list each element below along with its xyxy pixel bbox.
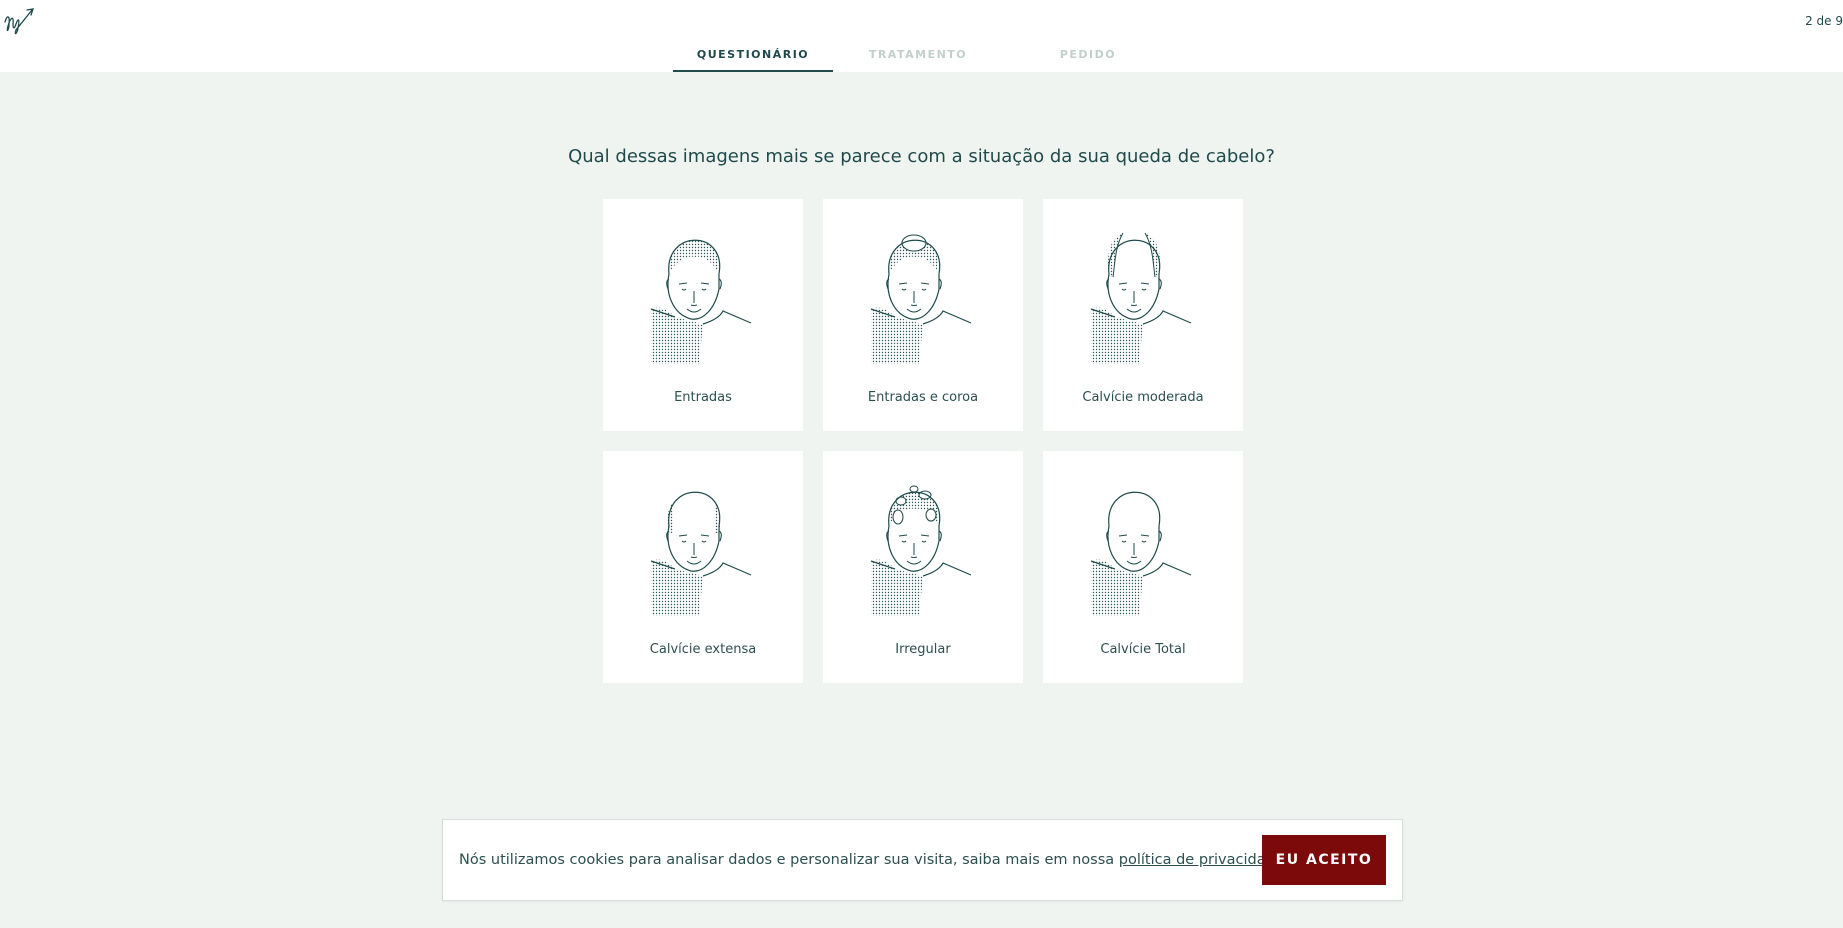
total-baldness-icon — [1090, 491, 1192, 616]
signature-logo-icon[interactable] — [2, 4, 36, 38]
option-card-calvicie-total[interactable]: Calvície Total — [1043, 451, 1243, 683]
accept-cookies-button[interactable]: EU ACEITO — [1262, 835, 1386, 885]
options-grid: Entradas Entradas e coroa Calvície moder… — [603, 199, 1243, 683]
option-label: Calvície moderada — [1082, 390, 1204, 405]
option-label: Irregular — [895, 642, 951, 657]
option-label: Entradas — [674, 390, 732, 405]
option-card-calvicie-extensa[interactable]: Calvície extensa — [603, 451, 803, 683]
irregular-hairloss-icon — [870, 485, 972, 616]
privacy-policy-link[interactable]: política de privacidade — [1119, 852, 1284, 868]
option-label: Entradas e coroa — [867, 390, 979, 405]
receding-crown-icon — [870, 234, 972, 364]
tab-tratamento[interactable]: TRATAMENTO — [833, 36, 1003, 72]
option-label: Calvície extensa — [649, 642, 757, 657]
option-card-calvicie-moderada[interactable]: Calvície moderada — [1043, 199, 1243, 431]
option-card-entradas[interactable]: Entradas — [603, 199, 803, 431]
tab-pedido[interactable]: PEDIDO — [1003, 36, 1173, 72]
cookie-text: Nós utilizamos cookies para analisar dad… — [459, 852, 1119, 868]
option-card-irregular[interactable]: Irregular — [823, 451, 1023, 683]
cookie-banner: Nós utilizamos cookies para analisar dad… — [442, 819, 1403, 901]
moderate-baldness-icon — [1090, 232, 1192, 364]
cookie-message: Nós utilizamos cookies para analisar dad… — [459, 852, 1284, 868]
question-title: Qual dessas imagens mais se parece com a… — [568, 146, 1275, 167]
step-counter: 2 de 9 — [1805, 14, 1843, 28]
receding-hairline-icon — [650, 239, 752, 364]
progress-tabs: QUESTIONÁRIO TRATAMENTO PEDIDO — [673, 36, 1173, 72]
tab-questionario[interactable]: QUESTIONÁRIO — [673, 36, 833, 72]
top-header: 2 de 9 QUESTIONÁRIO TRATAMENTO PEDIDO — [0, 0, 1843, 72]
option-card-entradas-e-coroa[interactable]: Entradas e coroa — [823, 199, 1023, 431]
extensive-baldness-icon — [650, 491, 752, 616]
option-label: Calvície Total — [1100, 642, 1186, 657]
